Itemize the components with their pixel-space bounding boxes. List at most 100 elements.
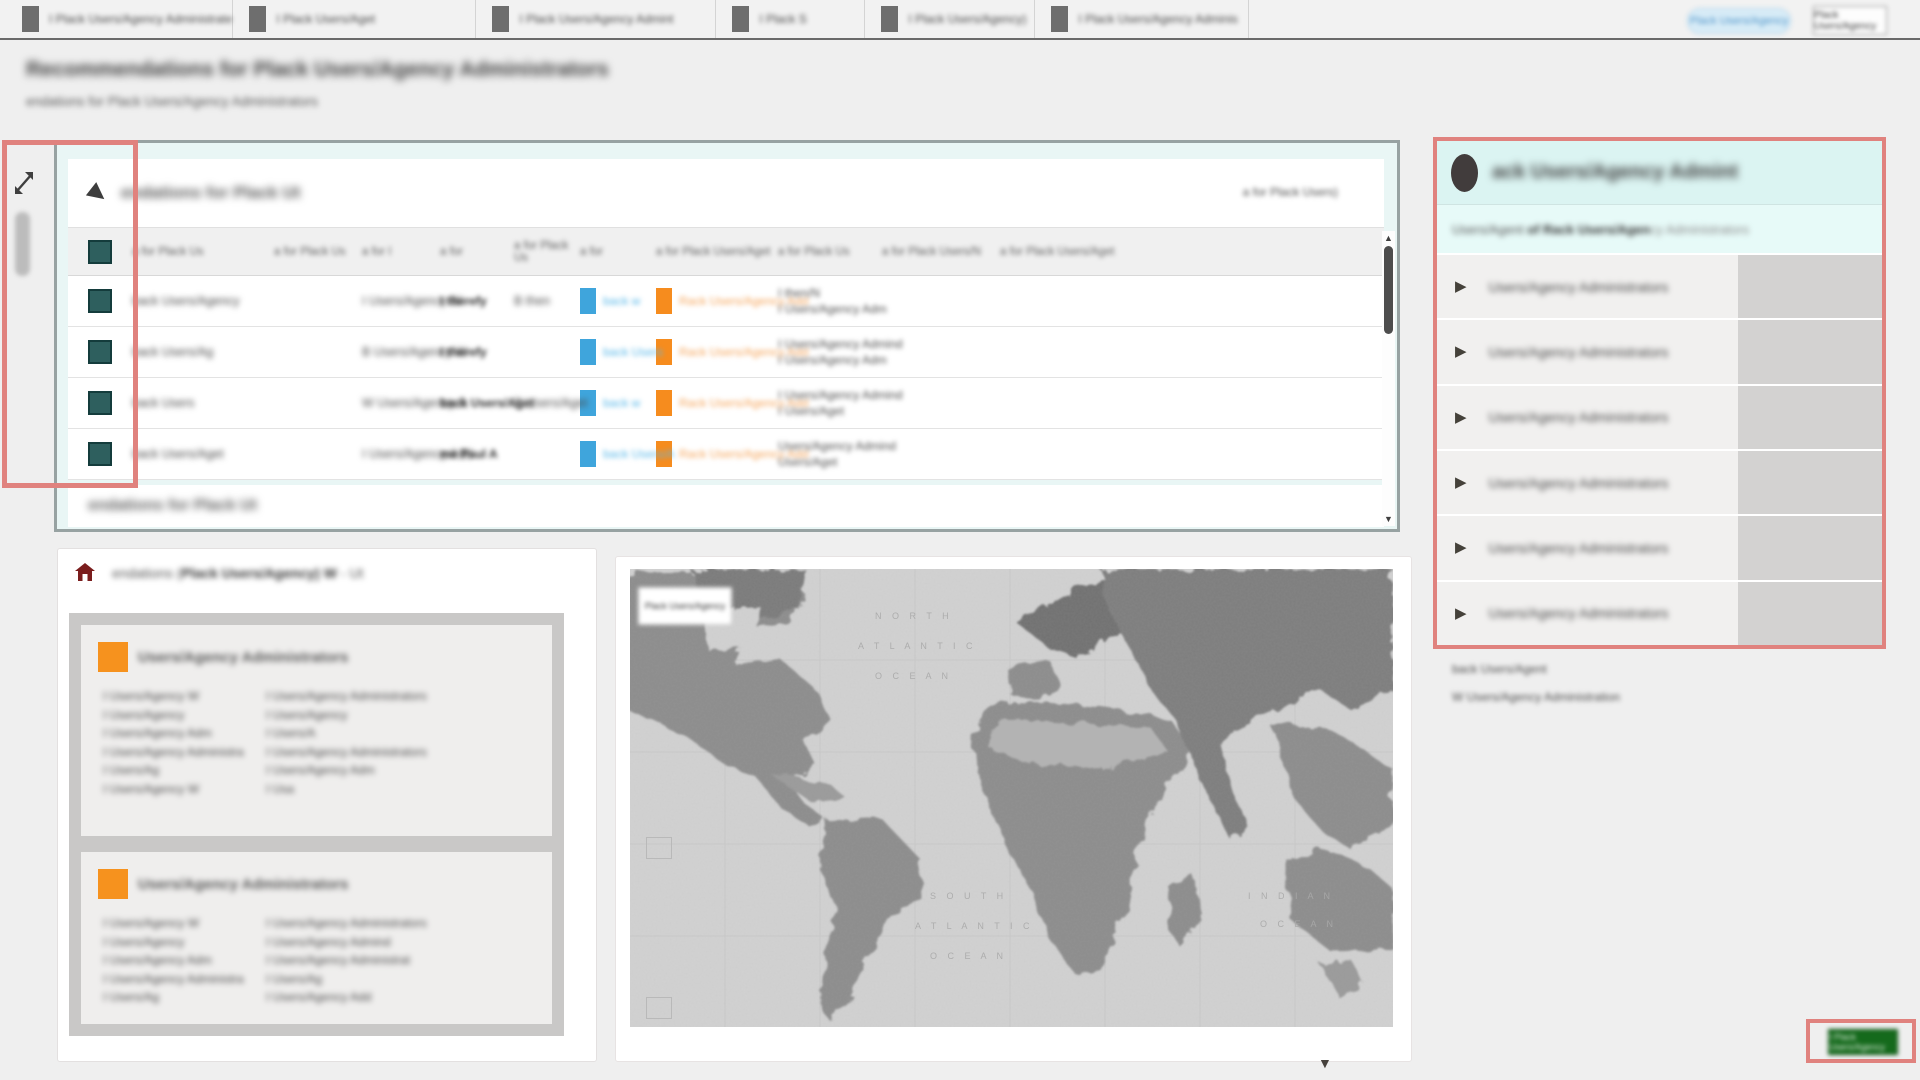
detail-line: I Users/Agency Add <box>266 988 542 1007</box>
tab-favicon <box>492 6 509 32</box>
outline-button[interactable]: Plack Users/Agency <box>1813 6 1887 35</box>
table-row[interactable]: back Users/Agency I Users/Agency W I the… <box>68 276 1384 327</box>
scroll-up-icon[interactable]: ▲ <box>1382 232 1395 244</box>
table-row[interactable]: back Users/Aget I Users/Agency Add me Pa… <box>68 429 1384 480</box>
cell-line: Users/Agency Admind <box>778 439 882 453</box>
column-header[interactable]: a for Plack Users/Aget <box>656 246 778 258</box>
tab-3[interactable]: I Plack Users/Agency Admint <box>476 0 716 38</box>
vertical-rail-handle[interactable] <box>15 212 30 276</box>
cell-line: Users/Aget <box>778 455 882 469</box>
panel-subheader: Users/Agent of Rack Users/Agency Adminis… <box>1437 205 1882 253</box>
cell-value: B then <box>514 294 580 308</box>
list-item-side-cell <box>1738 451 1882 514</box>
ocean-label: S O U T H <box>930 891 1007 901</box>
expandable-list-item[interactable]: ▶ Users/Agency Administrators <box>1437 516 1882 579</box>
blue-tag-link[interactable]: back w <box>603 294 640 308</box>
detail-line: I Users/Agency Administra <box>103 743 266 762</box>
row-checkbox[interactable] <box>88 442 112 466</box>
column-header[interactable]: a for Plack Users/N <box>882 246 1000 258</box>
panel-subheader-text: Users/Agent of Rack Users/Agency Adminis… <box>1452 222 1749 237</box>
expand-row-icon[interactable]: ▶ <box>1455 279 1467 294</box>
blue-tag-link[interactable]: back Users <box>603 345 663 359</box>
details-section: Users/Agency Administrators I Users/Agen… <box>81 852 552 1024</box>
section-title: Users/Agency Administrators <box>138 876 348 893</box>
tab-label: I Plack S <box>759 12 806 26</box>
expandable-list-item[interactable]: ▶ Users/Agency Administrators <box>1437 451 1882 514</box>
list-item-label: Users/Agency Administrators <box>1489 409 1669 425</box>
expandable-list-item[interactable]: ▶ Users/Agency Administrators <box>1437 320 1882 383</box>
caret-down-icon[interactable]: ▼ <box>1318 1055 1332 1071</box>
scrollbar-thumb[interactable] <box>1384 246 1393 334</box>
detail-line: I Users/Agency W <box>103 687 266 706</box>
detail-line: I Users/Agency <box>266 706 542 725</box>
tab-4[interactable]: I Plack S <box>716 0 865 38</box>
orange-tag-icon <box>656 390 672 416</box>
column-header[interactable]: a for <box>580 246 656 258</box>
expandable-list-item[interactable]: ▶ Users/Agency Administrators <box>1437 582 1882 645</box>
expand-row-icon[interactable]: ▶ <box>1455 540 1467 555</box>
row-checkbox[interactable] <box>88 340 112 364</box>
column-header[interactable]: a for Plack Users/Aget <box>1000 246 1384 258</box>
tab-label: I Plack Users/Agency Admint <box>519 12 673 26</box>
column-header[interactable]: a for <box>440 246 514 258</box>
blue-tag-link[interactable]: back w <box>603 396 640 410</box>
tab-6[interactable]: I Plack Users/Agency Adminis <box>1035 0 1249 38</box>
panel-scrollbar[interactable]: ▲ ▼ <box>1382 231 1395 526</box>
details-container: Users/Agency Administrators I Users/Agen… <box>69 613 564 1036</box>
row-checkbox[interactable] <box>88 391 112 415</box>
map-control[interactable] <box>646 997 672 1019</box>
list-item-side-cell <box>1738 386 1882 449</box>
expand-icon[interactable] <box>12 166 36 198</box>
header-checkbox[interactable] <box>88 240 112 264</box>
pill-button[interactable]: Plack Users/Agency <box>1687 8 1791 34</box>
ocean-label: O C E A N <box>1260 919 1337 929</box>
ocean-label: O C E A N <box>875 671 952 681</box>
column-header[interactable]: a for Plack Us <box>274 246 362 258</box>
tab-2[interactable]: I Plack Users/Aget <box>233 0 476 38</box>
list-item-side-cell <box>1738 516 1882 579</box>
detail-line: I Users/Agency Administrators <box>266 687 542 706</box>
disclosure-triangle-icon[interactable]: ▶ <box>85 179 112 207</box>
table-header-row: a for Plack Us a for Plack Us a for I a … <box>68 227 1384 276</box>
cell-line: I Users/Agency Admind <box>778 388 882 402</box>
green-action-button[interactable]: I Plack Users/Agency <box>1828 1029 1898 1055</box>
expandable-list-item[interactable]: ▶ Users/Agency Administrators <box>1437 386 1882 449</box>
row-checkbox[interactable] <box>88 289 112 313</box>
expand-row-icon[interactable]: ▶ <box>1455 410 1467 425</box>
cell-line: I Users/Agency Admind <box>778 337 882 351</box>
tab-label: I Plack Users/Agency) <box>908 12 1026 26</box>
list-item-label: Users/Agency Administrators <box>1489 540 1669 556</box>
column-header[interactable]: a for I <box>362 246 440 258</box>
detail-line: I Users/Agency Adm <box>103 724 266 743</box>
table-row[interactable]: back Users/Ag B Users/Agency W I therefy… <box>68 327 1384 378</box>
list-item-side-cell <box>1738 582 1882 645</box>
cell-value: I therefy <box>440 294 514 308</box>
scroll-down-icon[interactable]: ▼ <box>1382 513 1395 525</box>
tab-5[interactable]: I Plack Users/Agency) <box>865 0 1035 38</box>
tab-favicon <box>22 6 39 32</box>
expand-row-icon[interactable]: ▶ <box>1455 475 1467 490</box>
expandable-list-item[interactable]: ▶ Users/Agency Administrators <box>1437 255 1882 318</box>
ocean-label: N O R T H <box>875 611 953 621</box>
column-header[interactable]: a for Plack Us <box>514 240 580 264</box>
detail-line: I Users/Agency W <box>103 914 266 933</box>
map-control[interactable] <box>646 837 672 859</box>
column-header[interactable]: a for Plack Us <box>778 246 882 258</box>
blue-tag-link[interactable]: back Users/A <box>603 447 674 461</box>
panel-title: endations for Plack Ut <box>121 183 300 203</box>
detail-line: I Users/Agency Administrat <box>266 951 542 970</box>
table-row[interactable]: back Users W Users/Agency A back Users/A… <box>68 378 1384 429</box>
ocean-label: A T L A N T I C <box>915 921 1034 931</box>
column-header[interactable]: a for Plack Us <box>124 246 274 258</box>
ocean-label: I N D I A N <box>1248 891 1334 901</box>
detail-line: I Users/Agency W <box>103 780 266 799</box>
cell-value: B Users/Agency W <box>362 345 440 359</box>
world-map-image: N O R T H A T L A N T I C O C E A N S O … <box>630 569 1393 1027</box>
cell-line: I Users/Agency Adm <box>778 302 882 316</box>
expand-row-icon[interactable]: ▶ <box>1455 344 1467 359</box>
panel-title-row: ▶ endations for Plack Ut a for Plack Use… <box>68 159 1384 227</box>
list-item-side-cell <box>1738 255 1882 318</box>
expand-row-icon[interactable]: ▶ <box>1455 606 1467 621</box>
recommendations-panel: ▶ endations for Plack Ut a for Plack Use… <box>54 140 1400 532</box>
tab-1[interactable]: I Plack Users/Agency Administrate <box>0 0 233 38</box>
